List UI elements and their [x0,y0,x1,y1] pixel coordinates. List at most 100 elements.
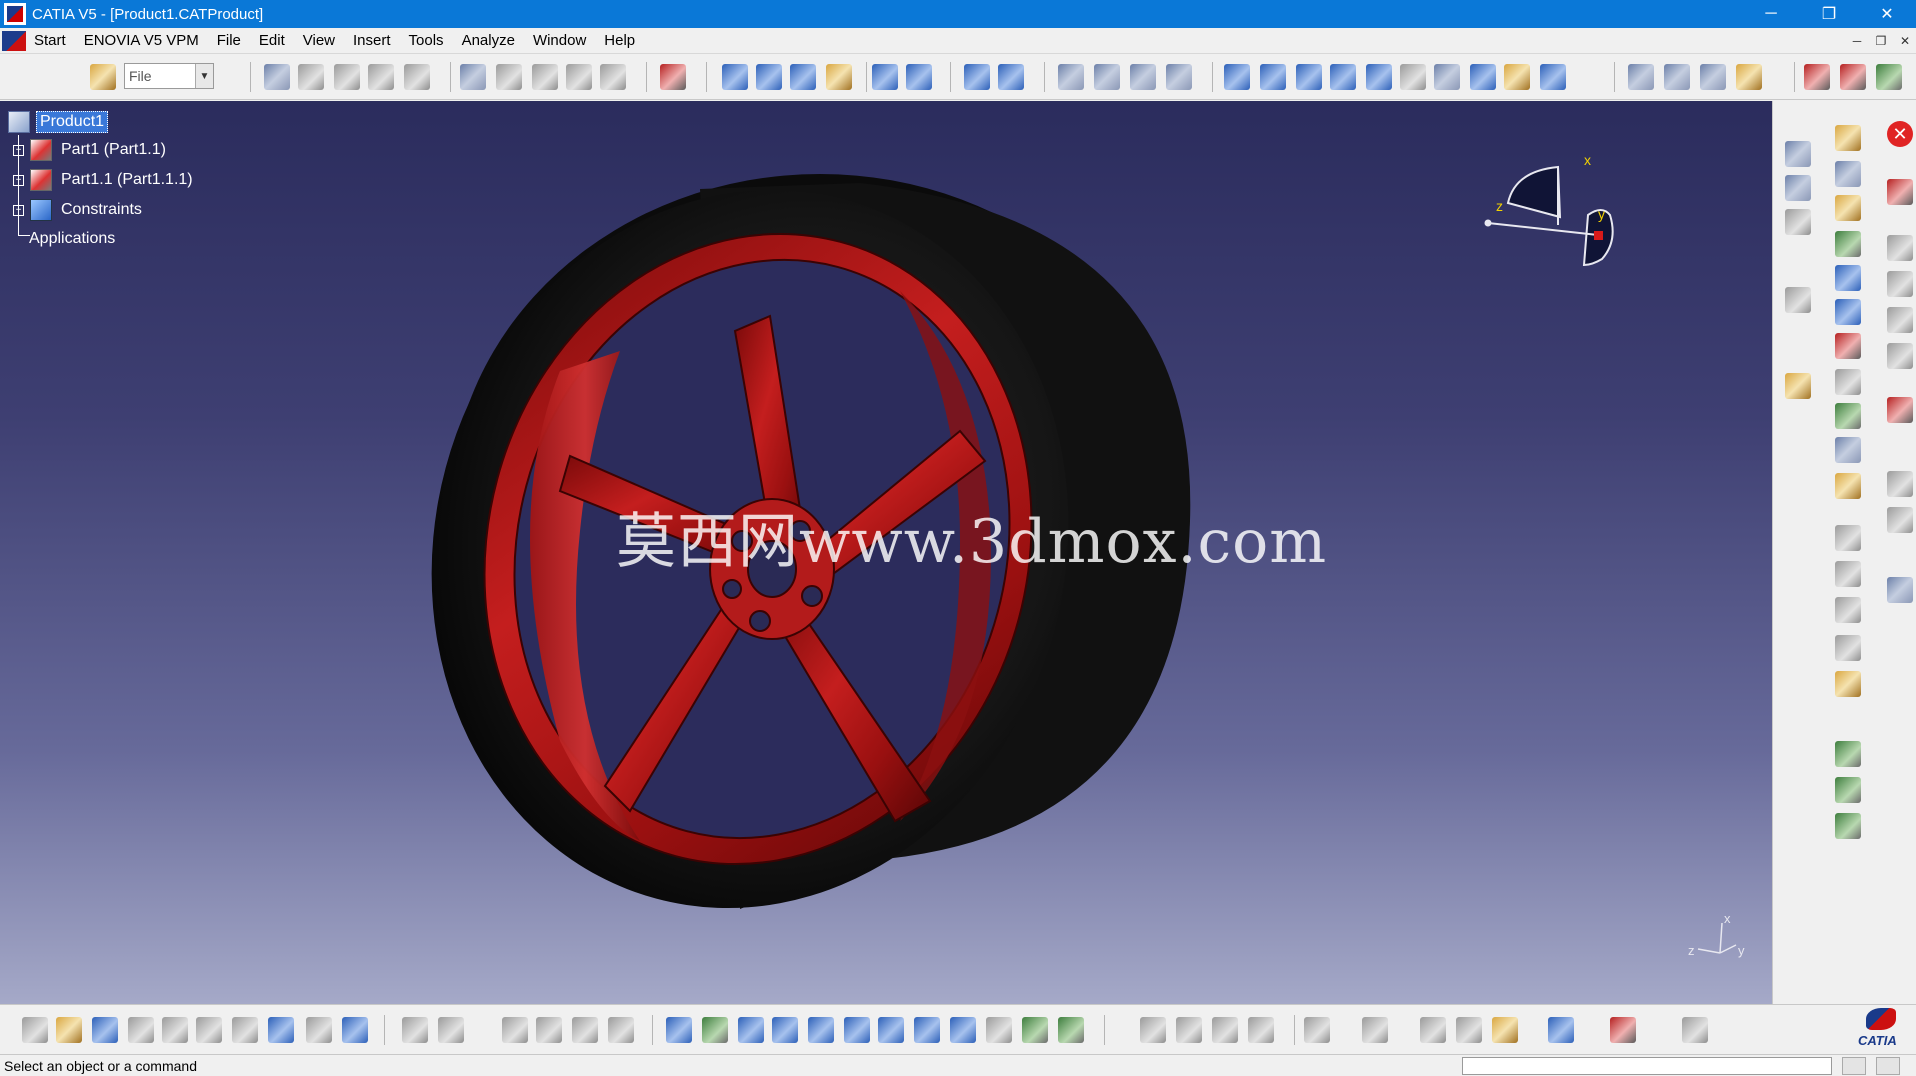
distance-band-icon[interactable] [1130,64,1156,90]
publish-icon[interactable] [1835,333,1861,359]
tree-node-product1[interactable]: Product1 [8,111,109,133]
mdi-minimize-button[interactable]: ─ [1848,32,1866,50]
redo-icon[interactable] [306,1017,332,1043]
formula-icon[interactable] [402,1017,428,1043]
viewpoint-icon[interactable] [1835,437,1861,463]
design-table-icon[interactable] [502,1017,528,1043]
rule-icon[interactable] [608,1017,634,1043]
measure-inertia-icon[interactable] [1492,1017,1518,1043]
fit-all-icon[interactable] [702,1017,728,1043]
smart-move-icon[interactable] [906,64,932,90]
status-button[interactable] [1876,1057,1900,1075]
existing-component-icon[interactable] [404,64,430,90]
camera-icon[interactable] [1304,1017,1330,1043]
abc-text-icon[interactable] [1835,561,1861,587]
knowledge-icon[interactable] [1804,64,1830,90]
annotation-icon[interactable] [1664,64,1690,90]
explode-icon[interactable] [964,64,990,90]
move-icon[interactable] [1835,265,1861,291]
whats-this-icon[interactable] [342,1017,368,1043]
multi-view-icon[interactable] [914,1017,940,1043]
flexible-subassembly-icon[interactable] [1470,64,1496,90]
constraint-manage-icon[interactable] [1835,231,1861,257]
3d-viewport[interactable]: Product1 + Part1 (Part1.1) + Part1.1 (Pa… [0,101,1772,1004]
quick-constraint-icon[interactable] [1434,64,1460,90]
tree-label[interactable]: Part1 (Part1.1) [58,140,169,160]
compass-red-handle[interactable] [1594,231,1603,240]
open-folder-icon[interactable] [90,64,116,90]
contact-constraint-icon[interactable] [1260,64,1286,90]
unlink-icon[interactable] [1248,1017,1274,1043]
comment-icon[interactable] [438,1017,464,1043]
tree-label[interactable]: Applications [26,229,118,249]
menu-tools[interactable]: Tools [407,32,458,49]
copy-icon[interactable] [196,1017,222,1043]
pencil-icon[interactable] [1887,507,1913,533]
link-icon[interactable] [1212,1017,1238,1043]
curve-icon[interactable] [756,64,782,90]
iso-view-icon[interactable] [950,1017,976,1043]
view-top-icon[interactable] [1887,307,1913,333]
change-constraint-icon[interactable] [1504,64,1530,90]
fix-together-icon[interactable] [1400,64,1426,90]
group-icon[interactable] [1835,403,1861,429]
stop-manipulate-icon[interactable] [998,64,1024,90]
paste-icon[interactable] [232,1017,258,1043]
tree-label[interactable]: Constraints [58,200,145,220]
catia-app-icon[interactable] [4,3,26,25]
menu-analyze[interactable]: Analyze [460,32,529,49]
cut-icon[interactable] [162,1017,188,1043]
offset-constraint-icon[interactable] [1296,64,1322,90]
expand-icon[interactable]: + [13,205,24,216]
fast-multi-instantiation-icon[interactable] [660,64,686,90]
flag-note-icon[interactable] [1835,597,1861,623]
restore-button[interactable]: ❐ [1800,0,1858,28]
refresh-icon[interactable] [1682,1017,1708,1043]
menu-start[interactable]: Start [32,32,80,49]
zoom-in-icon[interactable] [808,1017,834,1043]
tree-label[interactable]: Product1 [36,111,109,133]
menu-insert[interactable]: Insert [351,32,405,49]
start-logo-icon[interactable] [2,30,26,51]
replace-component-icon[interactable] [460,64,486,90]
sync-green-icon[interactable] [1835,813,1861,839]
open-file-icon[interactable] [56,1017,82,1043]
user-pattern-icon[interactable] [1736,64,1762,90]
components-icon[interactable] [1785,175,1811,201]
tree-node-part1[interactable]: Part1 (Part1.1) [30,139,169,161]
settings-icon[interactable] [1887,577,1913,603]
catalog-browser-icon[interactable] [1785,287,1811,313]
plane-icon[interactable] [826,64,852,90]
selective-load-icon[interactable] [566,64,592,90]
menu-enovia[interactable]: ENOVIA V5 VPM [82,32,213,49]
menu-help[interactable]: Help [602,32,649,49]
file-combo-box[interactable]: File ▼ [124,63,214,89]
new-product-icon[interactable] [334,64,360,90]
sketch-icon[interactable] [1140,1017,1166,1043]
macro-icon[interactable] [1876,64,1902,90]
gear-icon[interactable] [1835,473,1861,499]
export-green-icon[interactable] [1835,741,1861,767]
fly-mode-icon[interactable] [666,1017,692,1043]
rotate-icon[interactable] [1887,471,1913,497]
new-file-icon[interactable] [22,1017,48,1043]
assembly-design-icon[interactable] [264,64,290,90]
undo-icon[interactable] [268,1017,294,1043]
select-arrow-icon[interactable] [1785,373,1811,399]
menu-window[interactable]: Window [531,32,600,49]
weld-feature-icon[interactable] [1700,64,1726,90]
help-icon[interactable] [986,1017,1012,1043]
manage-representations-icon[interactable] [600,64,626,90]
tree-label[interactable]: Part1.1 (Part1.1.1) [58,170,196,190]
pdf-icon[interactable] [1887,179,1913,205]
text-annotation-icon[interactable] [1835,369,1861,395]
pan-icon[interactable] [738,1017,764,1043]
print-icon[interactable] [128,1017,154,1043]
view-front-icon[interactable] [1887,235,1913,261]
grid-icon[interactable] [1610,1017,1636,1043]
tree-node-part1-1[interactable]: Part1.1 (Part1.1.1) [30,169,196,191]
compass-handle[interactable] [1484,219,1492,227]
new-component-icon[interactable] [298,64,324,90]
apply-material-icon[interactable] [1548,1017,1574,1043]
clash-icon[interactable] [1058,64,1084,90]
